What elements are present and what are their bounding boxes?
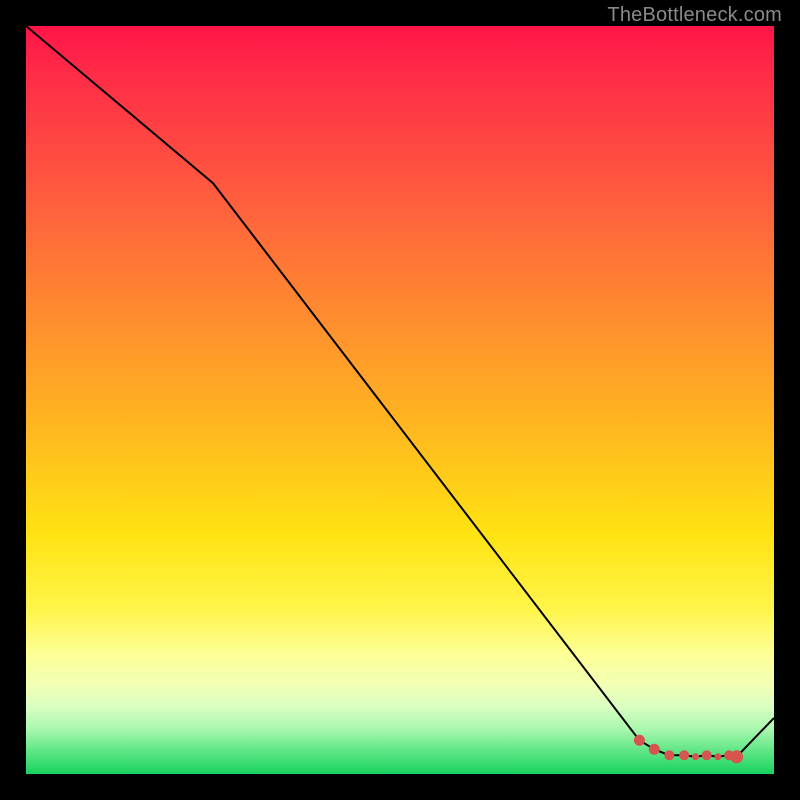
- chart-plot-area: [26, 26, 774, 774]
- chart-stage: TheBottleneck.com: [0, 0, 800, 800]
- chart-marker-dot: [649, 744, 660, 755]
- attribution-text: TheBottleneck.com: [607, 4, 782, 27]
- chart-marker-dot: [730, 750, 743, 763]
- chart-marker-dot: [679, 750, 689, 760]
- chart-series-line: [26, 26, 774, 757]
- chart-marker-dot: [702, 750, 712, 760]
- chart-svg: [26, 26, 774, 774]
- chart-marker-dot: [692, 753, 699, 760]
- chart-marker-dot: [634, 735, 645, 746]
- chart-marker-dot: [714, 753, 721, 760]
- chart-marker-group: [634, 735, 743, 764]
- chart-marker-dot: [664, 750, 674, 760]
